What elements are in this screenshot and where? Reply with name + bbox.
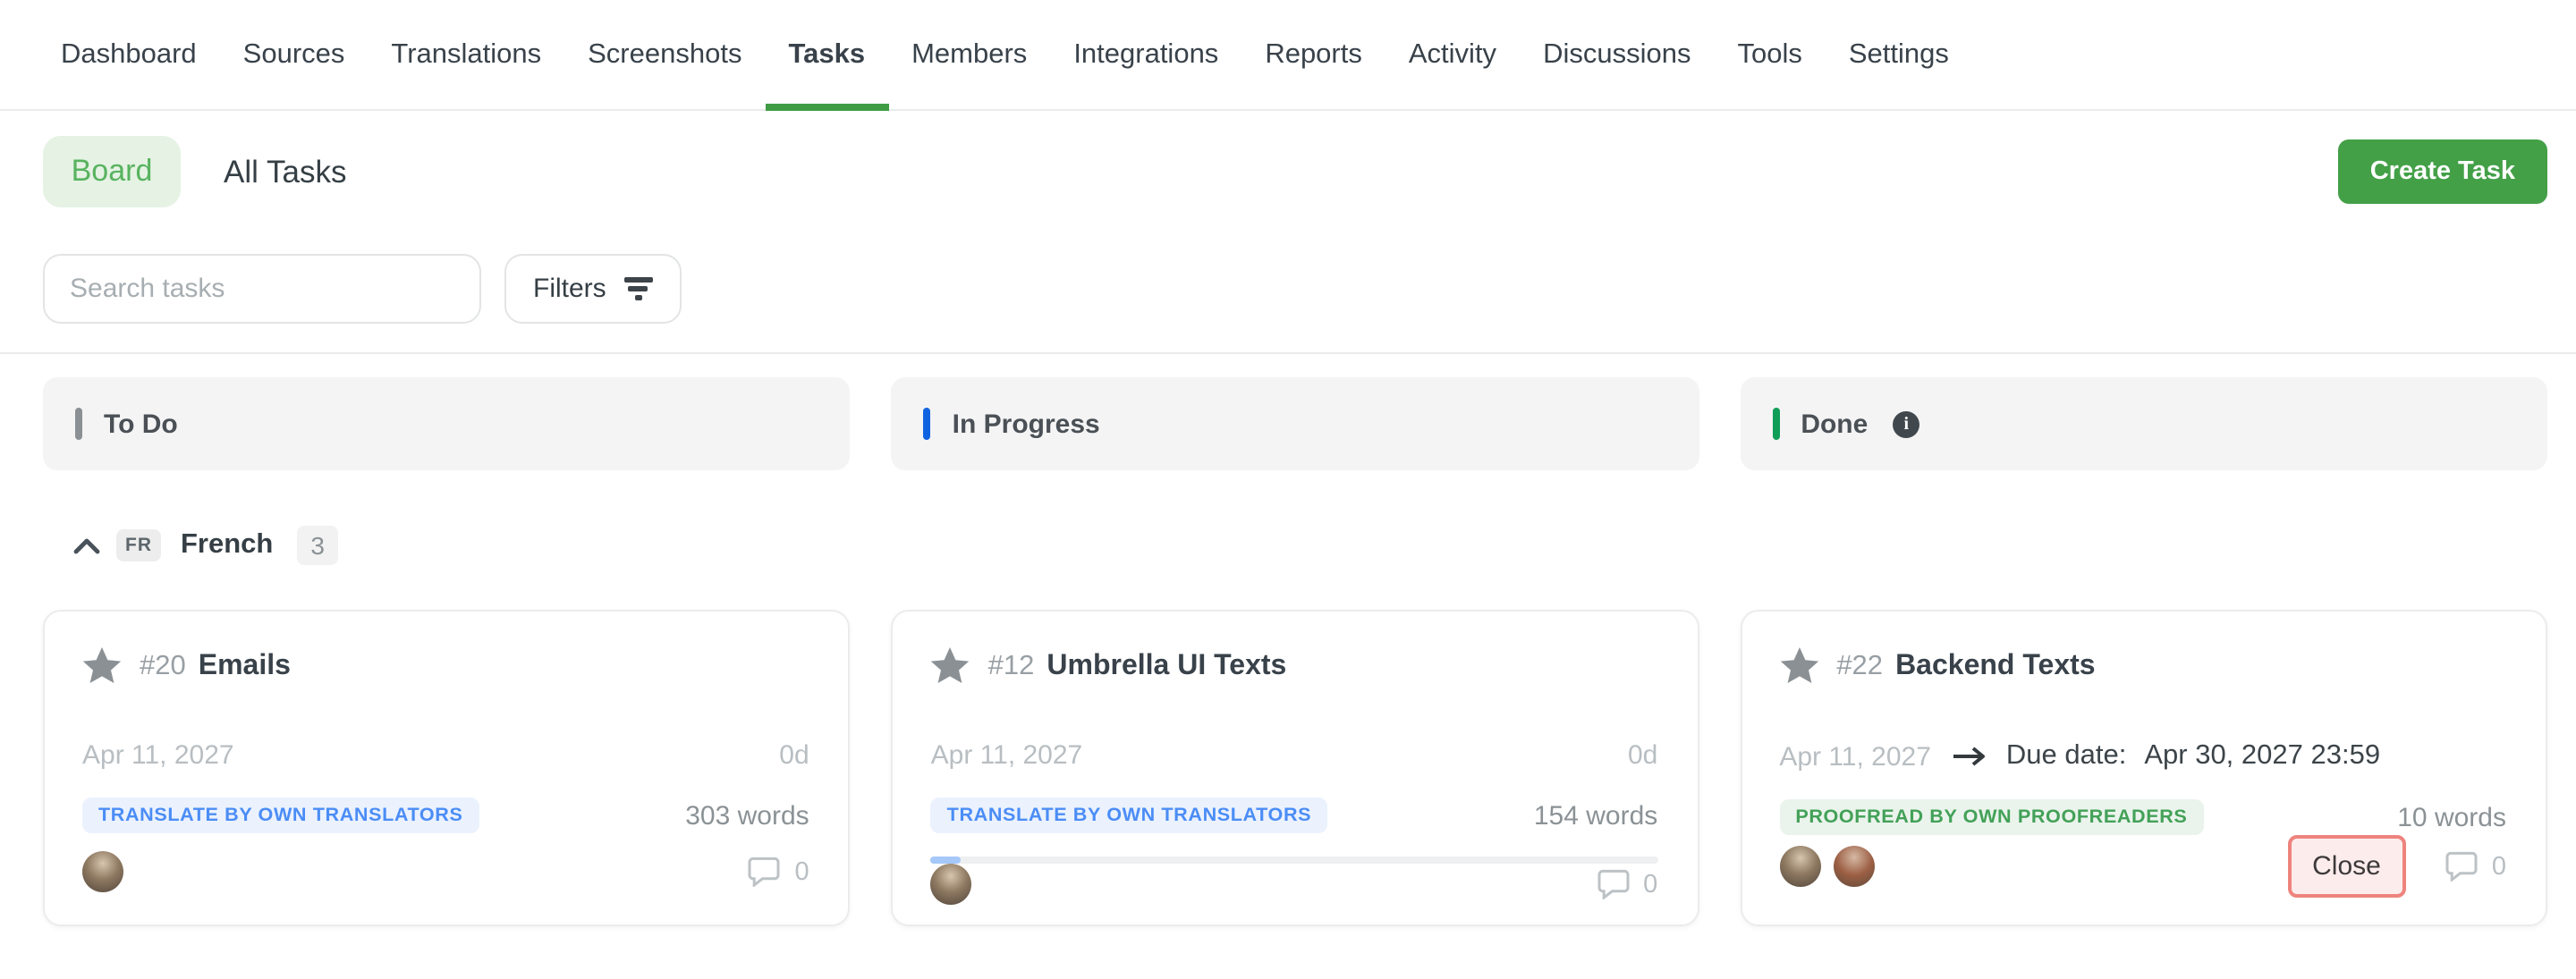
assignee-avatars: [82, 851, 123, 892]
nav-item-integrations[interactable]: Integrations: [1073, 0, 1218, 110]
due-date-group: Due date: Apr 30, 2027 23:59: [1953, 740, 2380, 772]
section-divider: [0, 352, 2576, 354]
assignee-avatar: [82, 851, 123, 892]
task-cards-row: #20 Emails Apr 11, 2027 0d TRANSLATE BY …: [0, 610, 2576, 926]
task-card-emails[interactable]: #20 Emails Apr 11, 2027 0d TRANSLATE BY …: [43, 610, 851, 926]
info-icon[interactable]: i: [1893, 410, 1919, 437]
comment-count: 0: [795, 857, 809, 886]
tasks-board-page: Dashboard Sources Translations Screensho…: [0, 0, 2576, 979]
date-row: Apr 11, 2027 0d: [931, 740, 1658, 771]
assignee-avatar: [931, 864, 972, 905]
nav-item-dashboard[interactable]: Dashboard: [61, 0, 197, 110]
word-count: 10 words: [2397, 802, 2506, 832]
nav-item-tasks[interactable]: Tasks: [788, 0, 865, 110]
star-icon[interactable]: [1779, 647, 1818, 685]
comment-icon[interactable]: [749, 857, 781, 887]
column-label: To Do: [104, 409, 178, 439]
search-tasks-input[interactable]: [43, 254, 481, 324]
task-id: #12: [988, 650, 1035, 682]
arrow-right-icon: [1953, 746, 1988, 767]
card-footer: 0: [931, 864, 1658, 905]
duration: 0d: [1628, 740, 1657, 771]
filters-button-label: Filters: [533, 274, 606, 304]
column-header-todo: To Do: [43, 377, 851, 470]
filter-icon: [624, 278, 653, 300]
task-card-umbrella-ui-texts[interactable]: #12 Umbrella UI Texts Apr 11, 2027 0d TR…: [892, 610, 1699, 926]
chevron-up-icon: [73, 537, 100, 553]
card-footer: 0: [82, 851, 809, 892]
start-date: Apr 11, 2027: [82, 740, 234, 771]
status-columns: To Do In Progress Done i: [0, 377, 2576, 470]
progress-bar-fill: [931, 857, 961, 864]
assignee-avatars: [931, 864, 972, 905]
active-tab-underline: [765, 103, 888, 110]
language-group-header: FR French 3: [73, 522, 2576, 569]
date-row: Apr 11, 2027 Due date: Apr 30, 2027 23:5…: [1779, 740, 2506, 772]
task-title: Umbrella UI Texts: [1046, 650, 1286, 682]
badge-row: TRANSLATE BY OWN TRANSLATORS 303 words: [82, 798, 809, 833]
collapse-group-button[interactable]: [73, 537, 100, 553]
start-date: Apr 11, 2027: [1779, 741, 1931, 772]
view-toggle-row: Board All Tasks Create Task: [43, 136, 2576, 207]
star-icon[interactable]: [931, 647, 970, 685]
nav-item-discussions[interactable]: Discussions: [1543, 0, 1690, 110]
column-label: Done: [1801, 409, 1868, 439]
done-status-bar: [1772, 408, 1779, 440]
filters-button[interactable]: Filters: [504, 254, 682, 324]
create-task-button[interactable]: Create Task: [2338, 139, 2547, 204]
comment-count: 0: [2492, 852, 2506, 881]
nav-item-reports[interactable]: Reports: [1265, 0, 1362, 110]
task-type-badge: PROOFREAD BY OWN PROOFREADERS: [1779, 799, 2203, 835]
language-name: French: [181, 529, 273, 561]
column-header-done: Done i: [1740, 377, 2547, 470]
task-id: #20: [140, 650, 186, 682]
assignee-avatar: [1779, 846, 1820, 887]
card-title-row: #20 Emails: [82, 647, 809, 685]
todo-status-bar: [75, 408, 82, 440]
in-progress-status-bar: [924, 408, 931, 440]
badge-row: PROOFREAD BY OWN PROOFREADERS 10 words: [1779, 799, 2506, 835]
duration: 0d: [779, 740, 809, 771]
assignee-avatars: [1779, 846, 1874, 887]
start-date: Apr 11, 2027: [931, 740, 1083, 771]
nav-item-settings[interactable]: Settings: [1849, 0, 1949, 110]
close-task-button[interactable]: Close: [2287, 835, 2406, 898]
nav-item-members[interactable]: Members: [911, 0, 1027, 110]
column-header-in-progress: In Progress: [892, 377, 1699, 470]
card-title-row: #22 Backend Texts: [1779, 647, 2506, 685]
task-id: #22: [1836, 650, 1883, 682]
all-tasks-view-toggle[interactable]: All Tasks: [224, 153, 346, 190]
group-task-count: 3: [296, 526, 339, 565]
task-type-badge: TRANSLATE BY OWN TRANSLATORS: [931, 798, 1328, 833]
task-type-badge: TRANSLATE BY OWN TRANSLATORS: [82, 798, 479, 833]
task-card-backend-texts[interactable]: #22 Backend Texts Apr 11, 2027 Due date:…: [1740, 610, 2547, 926]
progress-bar-track: [931, 857, 1658, 864]
due-date-value: Apr 30, 2027 23:59: [2144, 740, 2380, 772]
board-view-toggle[interactable]: Board: [43, 136, 181, 207]
task-title: Emails: [199, 650, 291, 682]
assignee-avatar: [1833, 846, 1874, 887]
nav-item-screenshots[interactable]: Screenshots: [588, 0, 741, 110]
nav-item-tools[interactable]: Tools: [1737, 0, 1801, 110]
comment-icon[interactable]: [1597, 869, 1629, 899]
nav-item-sources[interactable]: Sources: [243, 0, 345, 110]
search-filter-row: Filters: [43, 254, 2576, 324]
language-code-badge: FR: [116, 529, 161, 561]
nav-item-translations[interactable]: Translations: [391, 0, 541, 110]
word-count: 154 words: [1534, 800, 1657, 831]
column-label: In Progress: [953, 409, 1100, 439]
card-footer: Close 0: [1779, 835, 2506, 898]
task-title: Backend Texts: [1895, 650, 2096, 682]
due-date-label: Due date:: [2006, 740, 2126, 772]
word-count: 303 words: [685, 800, 809, 831]
date-row: Apr 11, 2027 0d: [82, 740, 809, 771]
nav-item-activity[interactable]: Activity: [1409, 0, 1496, 110]
top-nav: Dashboard Sources Translations Screensho…: [0, 0, 2576, 111]
nav-item-tasks-label: Tasks: [788, 38, 865, 71]
card-title-row: #12 Umbrella UI Texts: [931, 647, 1658, 685]
comment-count: 0: [1643, 870, 1657, 899]
badge-row: TRANSLATE BY OWN TRANSLATORS 154 words: [931, 798, 1658, 833]
star-icon[interactable]: [82, 647, 122, 685]
comment-icon[interactable]: [2445, 851, 2478, 882]
